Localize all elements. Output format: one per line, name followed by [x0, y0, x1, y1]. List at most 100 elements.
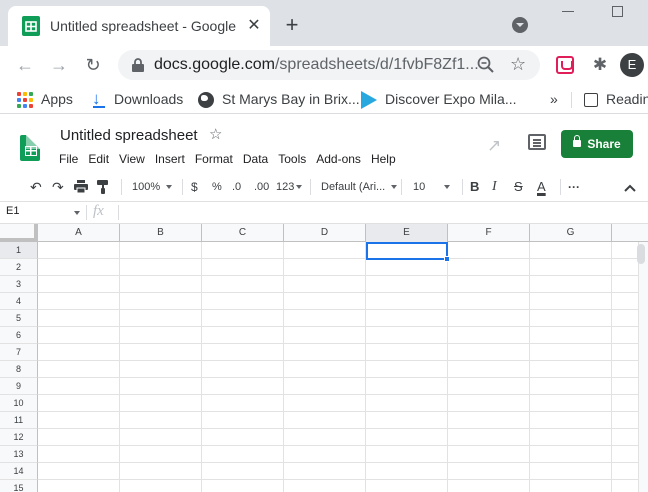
bookmarks-more-button[interactable]: » [550, 89, 558, 109]
tab-close-icon[interactable]: ✕ [244, 16, 264, 36]
column-header-a[interactable]: A [38, 224, 120, 242]
bookmark-discover-expo[interactable]: Discover Expo Mila... [361, 89, 516, 110]
italic-button[interactable]: I [492, 178, 497, 196]
bookmark-apps[interactable]: Apps [17, 89, 73, 109]
selected-cell[interactable] [366, 242, 448, 260]
more-formats-button[interactable]: 123 [276, 178, 303, 196]
undo-icon[interactable]: ↶ [30, 178, 42, 196]
toolbar-separator [310, 179, 311, 195]
row-header-15[interactable]: 15 [0, 480, 38, 492]
column-header-e[interactable]: E [366, 224, 448, 242]
window-maximize-icon[interactable] [612, 6, 623, 17]
chevron-down-icon [166, 185, 173, 190]
select-all-corner[interactable] [0, 224, 38, 242]
bookmark-label: St Marys Bay in Brix... [222, 91, 360, 107]
zoom-select[interactable]: 100% [132, 178, 173, 196]
forward-button[interactable]: → [48, 54, 70, 76]
menu-data[interactable]: Data [238, 150, 273, 168]
row-header-7[interactable]: 7 [0, 344, 38, 361]
menu-edit[interactable]: Edit [83, 150, 114, 168]
more-tools-button[interactable]: ··· [568, 178, 580, 196]
profile-avatar[interactable]: E [620, 53, 644, 77]
document-title[interactable]: Untitled spreadsheet [60, 127, 198, 144]
url-text[interactable]: docs.google.com/spreadsheets/d/1fvbF8Zf1… [154, 56, 479, 74]
row-header-3[interactable]: 3 [0, 276, 38, 293]
menu-add-ons[interactable]: Add-ons [311, 150, 366, 168]
zoom-value: 100% [132, 181, 161, 193]
activity-trend-icon[interactable]: ↗ [487, 136, 501, 156]
row-header-8[interactable]: 8 [0, 361, 38, 378]
download-icon [92, 89, 106, 109]
comments-icon[interactable] [528, 134, 546, 150]
increase-decimal-button[interactable]: .00 [254, 178, 269, 196]
row-header-6[interactable]: 6 [0, 327, 38, 344]
tab-search-icon[interactable] [512, 17, 528, 33]
percent-format-button[interactable]: % [212, 178, 222, 196]
bookmark-star-icon[interactable]: ☆ [510, 53, 526, 75]
bold-button[interactable]: B [470, 178, 479, 196]
row-header-9[interactable]: 9 [0, 378, 38, 395]
redo-icon[interactable]: ↷ [52, 178, 64, 196]
toolbar-separator [401, 179, 402, 195]
bookmark-st-marys-bay[interactable]: St Marys Bay in Brix... [198, 89, 360, 109]
row-header-1[interactable]: 1 [0, 242, 38, 259]
font-size-select[interactable]: 10 [413, 178, 457, 196]
sheets-header: Untitled spreadsheet ☆ File Edit View In… [0, 114, 648, 172]
zoom-icon[interactable] [476, 55, 496, 75]
reload-button[interactable]: ↻ [82, 54, 104, 76]
strikethrough-button[interactable]: S [514, 178, 523, 196]
bookmark-label: Downloads [114, 91, 184, 107]
pocket-extension-icon[interactable] [556, 56, 574, 74]
browser-tab[interactable]: Untitled spreadsheet - Google Sheets ✕ [8, 6, 270, 46]
share-lock-icon [573, 135, 582, 147]
sheets-logo-icon[interactable] [20, 135, 40, 161]
font-family-select[interactable]: Default (Ari... [321, 178, 398, 196]
column-header-d[interactable]: D [284, 224, 366, 242]
row-header-10[interactable]: 10 [0, 395, 38, 412]
menu-format[interactable]: Format [190, 150, 238, 168]
print-icon[interactable] [74, 180, 88, 193]
toolbar-separator [560, 179, 561, 195]
decrease-decimal-button[interactable]: .0 [232, 178, 241, 196]
bookmarks-separator [571, 92, 572, 108]
row-header-14[interactable]: 14 [0, 463, 38, 480]
row-header-12[interactable]: 12 [0, 429, 38, 446]
more-formats-label: 123 [276, 181, 295, 193]
column-header-g[interactable]: G [530, 224, 612, 242]
name-box[interactable]: E1 [6, 205, 19, 217]
row-header-2[interactable]: 2 [0, 259, 38, 276]
menu-help[interactable]: Help [366, 150, 401, 168]
column-header-c[interactable]: C [202, 224, 284, 242]
menu-view[interactable]: View [114, 150, 150, 168]
text-color-button[interactable]: A [537, 178, 546, 196]
menu-file[interactable]: File [54, 150, 83, 168]
menu-insert[interactable]: Insert [150, 150, 190, 168]
chevron-down-icon[interactable] [74, 211, 80, 215]
back-button[interactable]: ← [14, 54, 36, 76]
window-minimize-icon[interactable] [562, 11, 574, 12]
currency-format-button[interactable]: $ [191, 178, 198, 196]
formula-separator [86, 205, 87, 220]
scrollbar-thumb[interactable] [637, 244, 645, 264]
address-bar[interactable]: docs.google.com/spreadsheets/d/1fvbF8Zf1… [118, 50, 540, 80]
column-header-b[interactable]: B [120, 224, 202, 242]
formula-separator [118, 205, 119, 220]
new-tab-button[interactable]: + [282, 14, 302, 36]
bookmark-downloads[interactable]: Downloads [92, 89, 183, 109]
menu-tools[interactable]: Tools [273, 150, 311, 168]
share-button[interactable]: Share [561, 130, 633, 158]
row-header-13[interactable]: 13 [0, 446, 38, 463]
fill-handle[interactable] [444, 256, 450, 262]
paint-format-icon[interactable] [97, 180, 109, 194]
toolbar-separator [182, 179, 183, 195]
star-document-icon[interactable]: ☆ [209, 125, 222, 143]
collapse-toolbar-icon[interactable] [624, 184, 636, 192]
reading-list-button[interactable]: Reading list [584, 89, 648, 109]
row-header-5[interactable]: 5 [0, 310, 38, 327]
column-header-f[interactable]: F [448, 224, 530, 242]
extensions-puzzle-icon[interactable]: ✱ [590, 55, 610, 75]
cell-area[interactable] [38, 242, 638, 492]
row-header-4[interactable]: 4 [0, 293, 38, 310]
vertical-scrollbar[interactable] [638, 242, 648, 492]
row-header-11[interactable]: 11 [0, 412, 38, 429]
